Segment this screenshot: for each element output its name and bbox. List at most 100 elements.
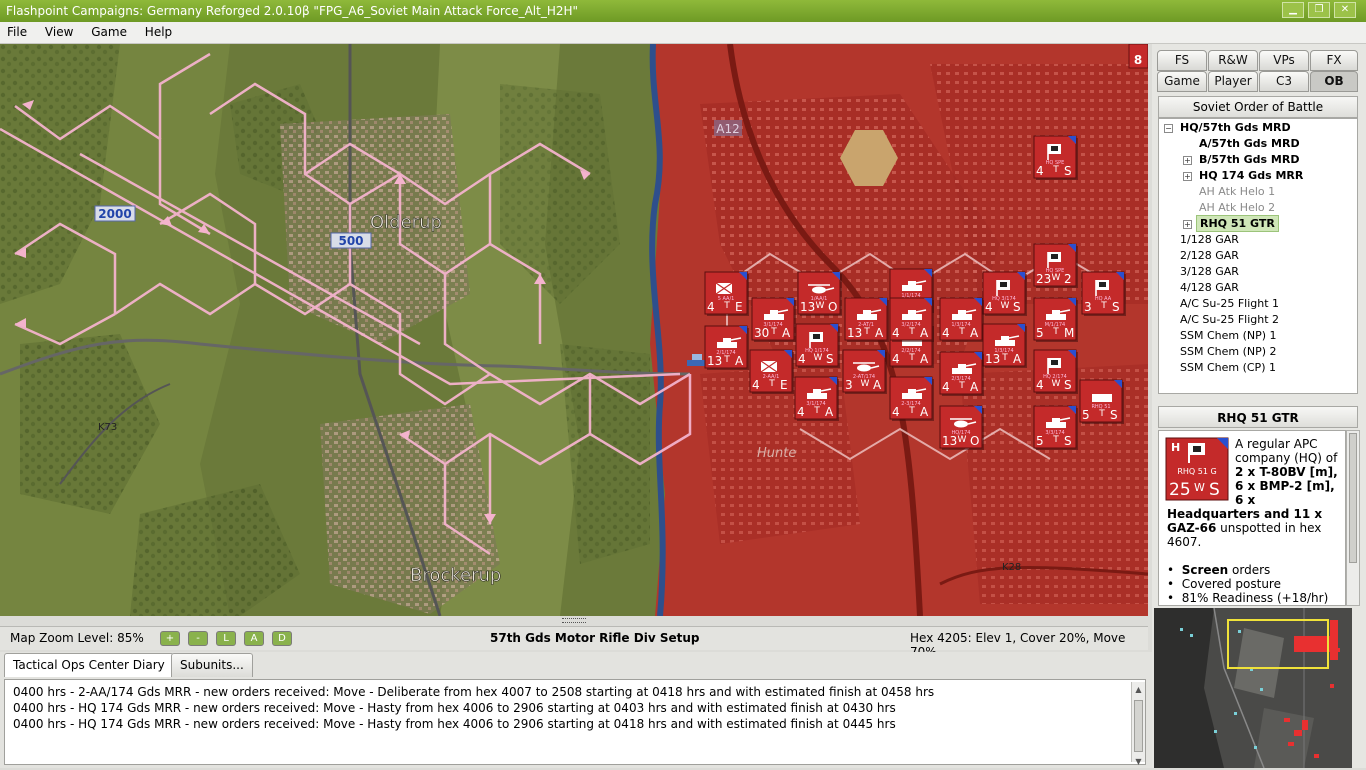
- minimize-icon[interactable]: ▁: [1282, 2, 1304, 18]
- unit-counter[interactable]: M/1/1745 T M: [1033, 297, 1078, 342]
- tab-tactical-ops-diary[interactable]: Tactical Ops Center Diary: [4, 653, 174, 677]
- log-scrollbar[interactable]: ▲ ▼: [1131, 682, 1145, 766]
- svg-text:5: 5: [1036, 434, 1044, 448]
- unit-counter[interactable]: RHQ 515 T S: [1079, 379, 1124, 424]
- svg-text:A: A: [970, 326, 979, 340]
- unit-desc-7: 4607.: [1167, 535, 1202, 549]
- tab-vps[interactable]: VPs: [1259, 50, 1309, 71]
- unit-desc-6b: unspotted in hex: [1216, 521, 1322, 535]
- unit-counter[interactable]: 1/3/17413 T A: [982, 323, 1027, 368]
- menu-file[interactable]: File: [0, 22, 34, 43]
- svg-text:T: T: [908, 406, 915, 416]
- zoom-in-button[interactable]: +: [160, 631, 180, 646]
- tree-item-hq-174[interactable]: HQ 174 Gds MRR: [1199, 168, 1303, 183]
- unit-counter[interactable]: 2-AT/1743 W A: [842, 349, 887, 394]
- layer-l-button[interactable]: L: [216, 631, 236, 646]
- tab-fs[interactable]: FS: [1157, 50, 1207, 71]
- tactical-map[interactable]: 2000 500 Olderup Brockerup Hunte A12 K73…: [0, 44, 1148, 616]
- tree-item-rhq-51[interactable]: RHQ 51 GTR: [1196, 215, 1279, 232]
- unit-counter[interactable]: 2-AT/113 T A: [844, 297, 889, 342]
- svg-text:T: T: [1001, 353, 1008, 363]
- svg-text:A: A: [920, 326, 929, 340]
- tree-item-hq-57th[interactable]: HQ/57th Gds MRD: [1180, 120, 1291, 135]
- unit-info: H RHQ 51 G 25 W S A regular APC company …: [1158, 430, 1346, 606]
- tab-fx[interactable]: FX: [1310, 50, 1358, 71]
- tree-item-ah-helo-2[interactable]: AH Atk Helo 2: [1199, 200, 1275, 215]
- tree-item-su25-1[interactable]: A/C Su-25 Flight 1: [1180, 296, 1279, 311]
- tree-item-b-57th[interactable]: B/57th Gds MRD: [1199, 152, 1299, 167]
- unit-desc-4: 6 x: [1235, 493, 1256, 507]
- svg-text:W: W: [1052, 379, 1061, 389]
- svg-text:2: 2: [1064, 272, 1072, 286]
- tab-player[interactable]: Player: [1208, 71, 1258, 92]
- tree-item-ssm-np1[interactable]: SSM Chem (NP) 1: [1180, 328, 1277, 343]
- svg-text:4: 4: [892, 352, 900, 366]
- tab-subunits[interactable]: Subunits...: [171, 653, 253, 677]
- tree-item-ssm-cp1[interactable]: SSM Chem (CP) 1: [1180, 360, 1276, 375]
- menu-game[interactable]: Game: [84, 22, 134, 43]
- edge-counter[interactable]: 8: [1128, 44, 1148, 69]
- unit-counter[interactable]: 3/2/1744 T A: [889, 297, 934, 342]
- road-label-k28: K28: [1002, 562, 1021, 573]
- unit-bullet-readiness: • 81% Readiness (+18/hr): [1167, 591, 1329, 605]
- menu-help[interactable]: Help: [138, 22, 179, 43]
- tree-item-su25-2[interactable]: A/C Su-25 Flight 2: [1180, 312, 1279, 327]
- svg-text:A: A: [782, 326, 791, 340]
- menu-view[interactable]: View: [38, 22, 80, 43]
- tab-c3[interactable]: C3: [1259, 71, 1309, 92]
- unit-counter[interactable]: 5 AA/14 T E: [704, 271, 749, 316]
- svg-text:T: T: [908, 353, 915, 363]
- svg-text:W: W: [958, 435, 967, 445]
- unit-counter[interactable]: 1/3/1744 T A: [939, 297, 984, 342]
- expand-icon[interactable]: +: [1183, 156, 1192, 165]
- tab-rw[interactable]: R&W: [1208, 50, 1258, 71]
- collapse-icon[interactable]: −: [1164, 124, 1173, 133]
- tree-item-3-128[interactable]: 3/128 GAR: [1180, 264, 1239, 279]
- svg-text:4: 4: [798, 352, 806, 366]
- layer-a-button[interactable]: A: [244, 631, 264, 646]
- unit-counter[interactable]: 2/3/1744 T A: [939, 351, 984, 396]
- zoom-out-button[interactable]: -: [188, 631, 208, 646]
- unit-counter[interactable]: HQ AA3 T S: [1081, 271, 1126, 316]
- unit-counter[interactable]: 2-AA/14 T E: [749, 349, 794, 394]
- expand-icon[interactable]: +: [1183, 172, 1192, 181]
- unit-counter[interactable]: HQ SPE23 W 2: [1033, 243, 1078, 288]
- expand-icon[interactable]: +: [1183, 220, 1192, 229]
- unit-counter[interactable]: 3/1/1744 T A: [794, 376, 839, 421]
- unit-counter[interactable]: HQ 2/1744 W S: [1033, 349, 1078, 394]
- svg-text:T: T: [1098, 409, 1105, 419]
- tree-item-a-57th[interactable]: A/57th Gds MRD: [1199, 136, 1300, 151]
- tab-ob[interactable]: OB: [1310, 71, 1358, 92]
- tree-item-2-128[interactable]: 2/128 GAR: [1180, 248, 1239, 263]
- unit-counter[interactable]: 1/AA/113 W O: [797, 271, 842, 316]
- splitter-grip-icon[interactable]: [562, 618, 586, 623]
- unit-counter[interactable]: 2/1/17413 T A: [704, 325, 749, 370]
- svg-text:O: O: [970, 434, 979, 448]
- svg-text:13: 13: [942, 434, 957, 448]
- unit-info-scrollbar[interactable]: [1346, 430, 1360, 606]
- svg-text:T: T: [1052, 435, 1059, 445]
- svg-text:S: S: [1064, 378, 1072, 392]
- tree-item-4-128[interactable]: 4/128 GAR: [1180, 280, 1239, 295]
- tab-game[interactable]: Game: [1157, 71, 1207, 92]
- tree-item-1-128[interactable]: 1/128 GAR: [1180, 232, 1239, 247]
- unit-counter[interactable]: HQ 3/1744 W S: [982, 271, 1027, 316]
- close-icon[interactable]: ✕: [1334, 2, 1356, 18]
- unit-counter[interactable]: 3/3/1745 T S: [1033, 405, 1078, 450]
- unit-counter[interactable]: 2-3/1744 T A: [889, 376, 934, 421]
- unit-desc-5: Headquarters and 11 x: [1167, 507, 1323, 521]
- town-label-hunte: Hunte: [757, 446, 796, 461]
- minimap[interactable]: [1154, 608, 1352, 768]
- layer-d-button[interactable]: D: [272, 631, 292, 646]
- unit-bullet-posture: • Covered posture: [1167, 577, 1281, 591]
- maximize-icon[interactable]: ❐: [1308, 2, 1330, 18]
- tree-item-ssm-np2[interactable]: SSM Chem (NP) 2: [1180, 344, 1277, 359]
- unit-counter[interactable]: HQ SPE4 T S: [1033, 135, 1078, 180]
- unit-bullet-orders: • Screen orders: [1167, 563, 1271, 577]
- tree-item-ah-helo-1[interactable]: AH Atk Helo 1: [1199, 184, 1275, 199]
- unit-counter[interactable]: HQ 1/1744 W S: [795, 323, 840, 368]
- svg-text:4: 4: [1036, 164, 1044, 178]
- svg-text:S: S: [1064, 164, 1072, 178]
- unit-counter[interactable]: 3/1/17430 T A: [751, 297, 796, 342]
- unit-counter[interactable]: HQ/17413 W O: [939, 405, 984, 450]
